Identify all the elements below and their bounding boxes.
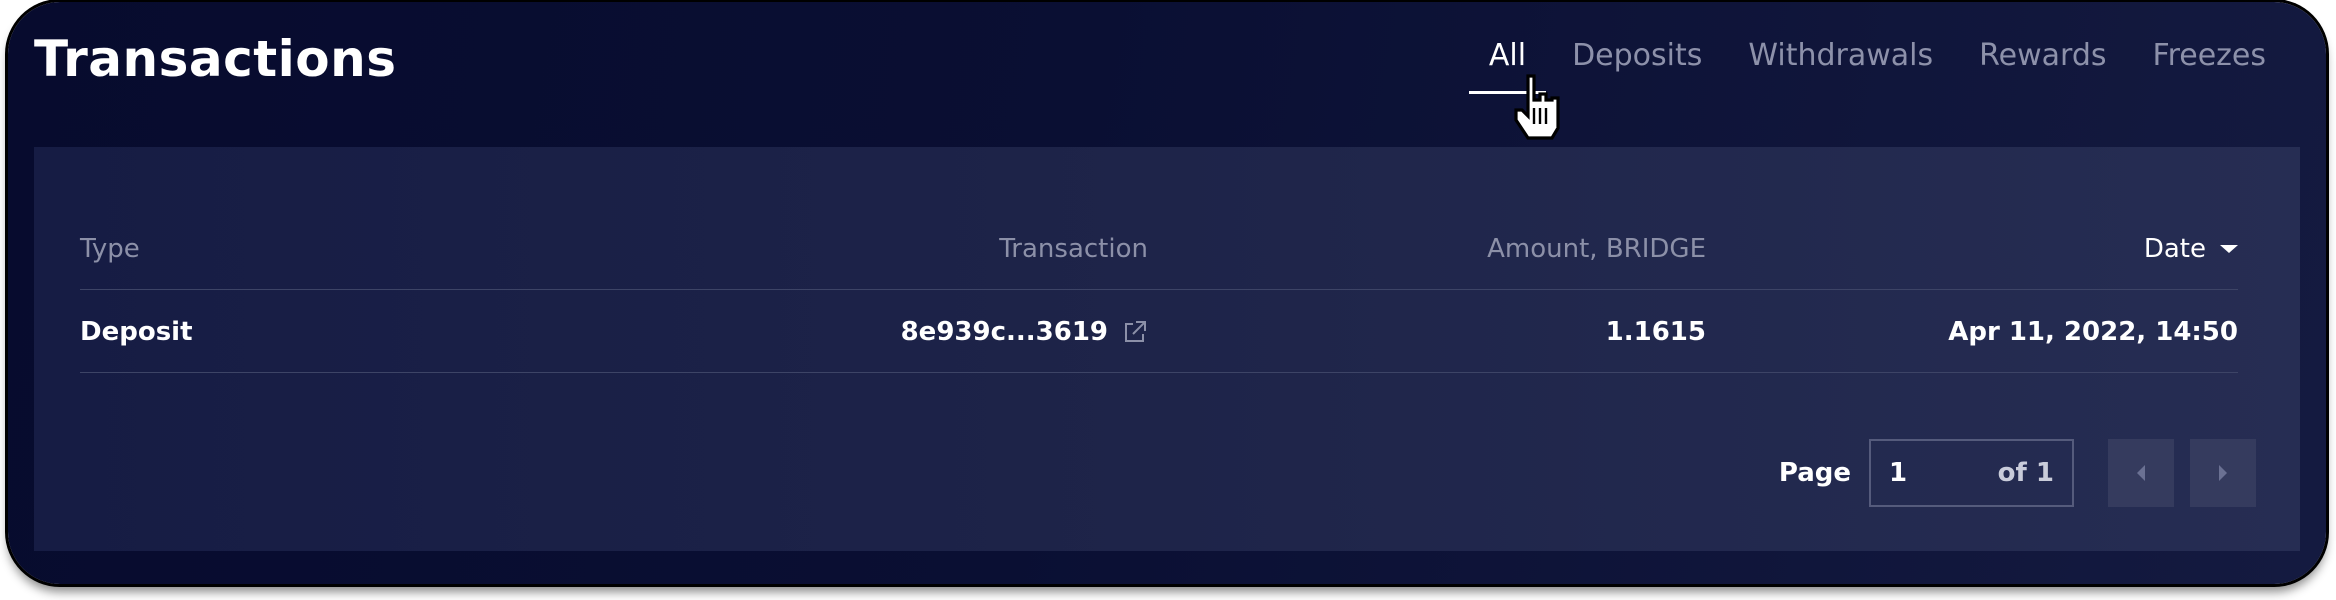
external-link-icon[interactable] (1122, 319, 1148, 345)
column-header-date-label: Date (2143, 233, 2206, 264)
hand-pointer-cursor-icon (1514, 74, 1560, 140)
tab-rewards[interactable]: Rewards (1979, 38, 2106, 93)
tab-bar: All Deposits Withdrawals Rewards Freezes (1443, 38, 2267, 94)
column-header-transaction: Transaction (999, 233, 1148, 264)
cell-transaction[interactable]: 8e939c...3619 (901, 290, 1148, 373)
next-page-button[interactable] (2190, 439, 2256, 507)
cell-type: Deposit (80, 316, 193, 347)
sort-down-icon (2220, 244, 2238, 253)
page-title: Transactions (34, 30, 397, 88)
previous-page-button[interactable] (2108, 439, 2174, 507)
table-row: Deposit 8e939c...3619 1.1615 Apr 11, 202… (80, 290, 2238, 373)
column-header-type: Type (80, 233, 140, 264)
tab-freezes[interactable]: Freezes (2153, 38, 2267, 93)
page-number-input[interactable] (1889, 458, 1949, 488)
page-total: of 1 (1997, 458, 2054, 488)
table-header-row: Type Transaction Amount, BRIDGE Date (80, 207, 2238, 290)
transaction-hash[interactable]: 8e939c...3619 (901, 317, 1108, 347)
column-header-amount: Amount, BRIDGE (1487, 233, 1706, 264)
caret-right-icon (2219, 465, 2227, 481)
transactions-window: Transactions All Deposits Withdrawals Re… (8, 2, 2326, 584)
transactions-panel: Type Transaction Amount, BRIDGE Date Dep… (34, 147, 2300, 551)
transactions-table: Type Transaction Amount, BRIDGE Date Dep… (80, 207, 2238, 373)
cell-amount: 1.1615 (1605, 316, 1706, 347)
tab-withdrawals[interactable]: Withdrawals (1748, 38, 1933, 93)
page-number-field[interactable]: of 1 (1869, 439, 2074, 507)
caret-left-icon (2137, 465, 2145, 481)
tab-deposits[interactable]: Deposits (1572, 38, 1702, 93)
column-header-date[interactable]: Date (2144, 207, 2238, 290)
page-label: Page (1778, 458, 1851, 488)
pagination: Page of 1 (1779, 439, 2256, 507)
cell-date: Apr 11, 2022, 14:50 (1948, 316, 2238, 347)
